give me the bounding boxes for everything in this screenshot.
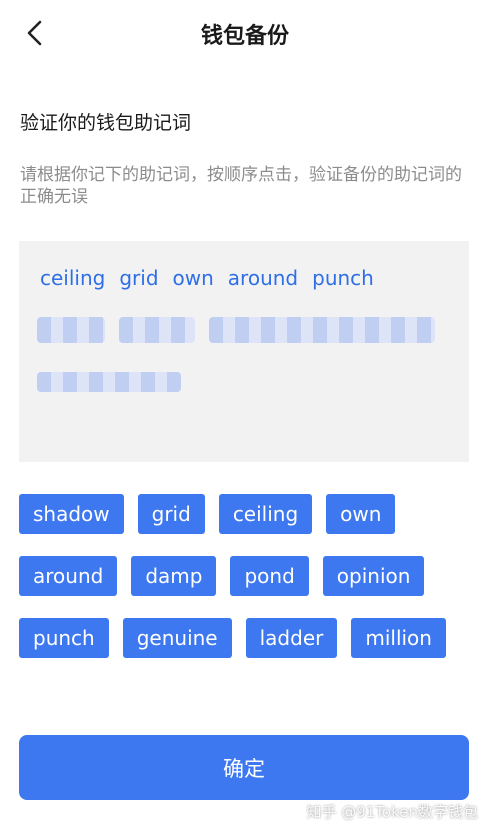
word-chip[interactable]: pond — [230, 556, 309, 596]
instruction-text: 请根据你记下的助记词，按顺序点击，验证备份的助记词的正确无误 — [20, 165, 462, 207]
selected-word[interactable]: around — [228, 266, 298, 290]
word-chip[interactable]: punch — [19, 618, 109, 658]
header: 钱包备份 — [0, 0, 490, 66]
wallet-backup-page: 钱包备份 验证你的钱包助记词 请根据你记下的助记词，按顺序点击，验证备份的助记词… — [0, 0, 490, 834]
confirm-button[interactable]: 确定 — [19, 735, 469, 800]
selected-word[interactable]: own — [173, 266, 214, 290]
word-chip[interactable]: ladder — [245, 618, 338, 658]
word-chip-grid: shadow grid ceiling own around damp pond opinio… — [19, 494, 471, 680]
section-title: 验证你的钱包助记词 — [20, 112, 192, 134]
blurred-word — [209, 317, 435, 343]
word-chip[interactable]: ceiling — [218, 494, 313, 534]
word-chip[interactable]: million — [351, 618, 446, 658]
word-chip-row: punch genuine ladder million — [19, 618, 471, 658]
word-chip[interactable]: shadow — [19, 494, 124, 534]
selected-words-area: ceiling grid own around punch — [19, 241, 469, 462]
word-chip[interactable]: around — [19, 556, 118, 596]
selected-word[interactable]: grid — [119, 266, 158, 290]
watermark: 知乎 @91Token数字钱包 — [306, 803, 478, 821]
selected-word[interactable]: ceiling — [40, 266, 105, 290]
word-chip[interactable]: grid — [137, 494, 205, 534]
word-chip[interactable]: damp — [131, 556, 217, 596]
blurred-words-row — [37, 315, 435, 345]
page-title: 钱包备份 — [200, 24, 289, 49]
blurred-words-row — [37, 367, 181, 397]
word-chip[interactable]: opinion — [322, 556, 425, 596]
word-chip[interactable]: own — [326, 494, 396, 534]
blurred-word — [37, 372, 181, 392]
word-chip-row: around damp pond opinion — [19, 556, 471, 596]
blurred-word — [119, 317, 195, 343]
blurred-word — [37, 317, 105, 343]
selected-word[interactable]: punch — [312, 266, 374, 290]
word-chip-row: shadow grid ceiling own — [19, 494, 471, 534]
selected-words-list: ceiling grid own around punch — [40, 266, 374, 290]
word-chip[interactable]: genuine — [122, 618, 232, 658]
